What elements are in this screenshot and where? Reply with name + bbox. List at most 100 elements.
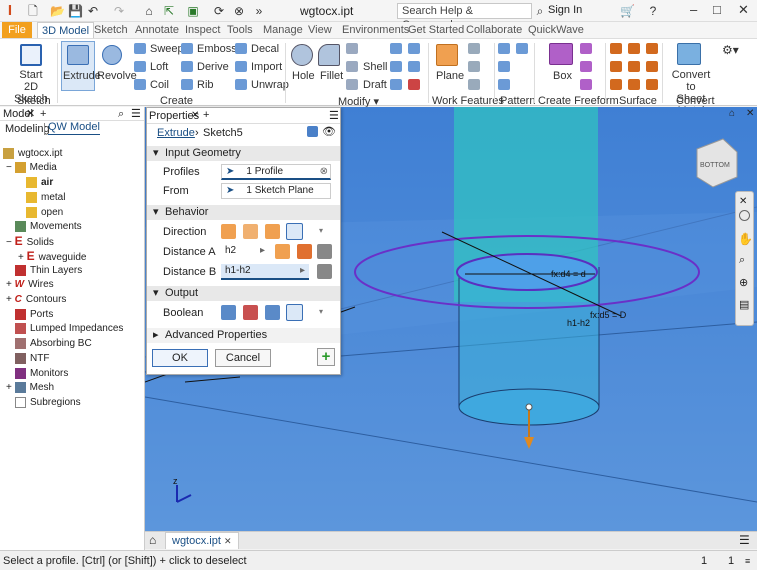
- close-button[interactable]: ✕: [738, 2, 749, 18]
- rect-pattern-icon[interactable]: [498, 43, 510, 54]
- mirror-icon[interactable]: [516, 43, 528, 54]
- decal-icon[interactable]: [235, 43, 247, 54]
- freeform-edit-icon[interactable]: [580, 61, 592, 72]
- tab-view[interactable]: View: [308, 22, 332, 38]
- split-icon[interactable]: [390, 43, 402, 54]
- distance-a-input[interactable]: h2 ▸: [221, 244, 269, 260]
- revolve-button[interactable]: Revolve: [97, 70, 137, 82]
- emboss-icon[interactable]: [181, 43, 193, 54]
- boolean-intersect-icon[interactable]: [265, 305, 280, 320]
- appearance-icon[interactable]: ▣: [186, 3, 200, 19]
- ucs-icon[interactable]: [468, 79, 480, 90]
- cancel-button[interactable]: Cancel: [215, 349, 271, 367]
- properties-menu-icon[interactable]: ☰: [329, 109, 339, 122]
- sculpt-icon[interactable]: [628, 43, 640, 54]
- fillet-icon[interactable]: [318, 44, 340, 66]
- tree-item-mesh[interactable]: + Mesh: [6, 381, 54, 395]
- draft-icon[interactable]: [346, 79, 358, 90]
- tab-sketch[interactable]: Sketch: [94, 22, 128, 38]
- hole-button[interactable]: Hole: [292, 70, 315, 82]
- tree-item-movements[interactable]: Movements: [15, 220, 82, 234]
- open-icon[interactable]: 📂: [50, 3, 65, 19]
- tree-item-monitors[interactable]: Monitors: [15, 367, 68, 381]
- tree-item-ports[interactable]: Ports: [15, 308, 53, 322]
- clear-icon[interactable]: ⊗: [320, 165, 328, 179]
- loft-button[interactable]: Loft: [150, 61, 168, 73]
- search-icon[interactable]: ⌕: [535, 3, 545, 19]
- plane-icon[interactable]: [436, 44, 458, 66]
- freeform-convert-icon[interactable]: [580, 79, 592, 90]
- box-button[interactable]: Box: [553, 70, 572, 82]
- point-icon[interactable]: [468, 61, 480, 72]
- app-logo-icon[interactable]: I: [4, 3, 16, 19]
- extend-icon[interactable]: [628, 61, 640, 72]
- look-at-icon[interactable]: ▤: [739, 298, 749, 311]
- stitch-icon[interactable]: [610, 43, 622, 54]
- dimension-d4[interactable]: fx:d4 = d: [551, 269, 586, 279]
- ribbon-options-icon[interactable]: ⚙▾: [722, 43, 739, 57]
- tab-manage[interactable]: Manage: [263, 22, 303, 38]
- tab-tools[interactable]: Tools: [227, 22, 253, 38]
- derive-icon[interactable]: [181, 61, 193, 72]
- axis-icon[interactable]: [468, 43, 480, 54]
- decal-button[interactable]: Decal: [251, 43, 279, 55]
- rib-icon[interactable]: [181, 79, 193, 90]
- properties-close-icon[interactable]: ✕: [191, 110, 199, 121]
- tree-item-open[interactable]: open: [26, 206, 63, 220]
- loft-icon[interactable]: [134, 61, 146, 72]
- orbit-icon[interactable]: ⊕: [739, 276, 748, 289]
- doc-menu-icon[interactable]: ☰: [739, 533, 750, 547]
- search-input[interactable]: Search Help & Commands...: [397, 3, 532, 31]
- home-icon[interactable]: ⌂: [142, 3, 156, 19]
- fit-mesh-icon[interactable]: [628, 79, 640, 90]
- thicken-icon[interactable]: [390, 61, 402, 72]
- tree-item-solids[interactable]: − E Solids: [6, 234, 54, 248]
- box-freeform-icon[interactable]: [549, 43, 573, 65]
- distance-b-input[interactable]: h1-h2 ▸: [221, 264, 309, 280]
- tab-quickwave[interactable]: QuickWave: [528, 22, 584, 38]
- direction-default-icon[interactable]: [221, 224, 236, 239]
- tree-item-thin-layers[interactable]: Thin Layers: [15, 264, 82, 278]
- tab-environments[interactable]: Environments: [342, 22, 409, 38]
- fillet-button[interactable]: Fillet: [320, 70, 343, 82]
- tree-root[interactable]: wgtocx.ipt: [3, 147, 62, 161]
- tab-qw-model[interactable]: QW Model: [48, 121, 100, 135]
- add-icon[interactable]: +: [40, 107, 46, 121]
- sweep-icon[interactable]: [134, 43, 146, 54]
- ruled-surface-icon[interactable]: [646, 61, 658, 72]
- tree-item-contours[interactable]: + C Contours: [6, 293, 66, 307]
- section-advanced-properties[interactable]: ▸ Advanced Properties: [147, 328, 340, 343]
- tab-inspect[interactable]: Inspect: [185, 22, 220, 38]
- section-behavior[interactable]: ▾ Behavior: [147, 205, 340, 220]
- boolean-new-solid-icon[interactable]: [286, 304, 303, 321]
- redo-icon[interactable]: ↷: [112, 3, 126, 19]
- viewcube[interactable]: BOTTOM: [696, 138, 738, 188]
- import-icon[interactable]: [235, 61, 247, 72]
- tab-file[interactable]: File: [2, 22, 32, 38]
- select-icon[interactable]: ⇱: [162, 3, 176, 19]
- new-icon[interactable]: 🗋: [26, 3, 40, 19]
- patch-icon[interactable]: [646, 43, 658, 54]
- shell-icon[interactable]: [346, 61, 358, 72]
- start-sketch-icon[interactable]: [20, 44, 42, 66]
- delete-face-icon[interactable]: [408, 79, 420, 90]
- from-selector[interactable]: ➤ 1 Sketch Plane: [221, 183, 331, 199]
- distance-a-option3-icon[interactable]: [317, 244, 332, 259]
- nav-close-icon[interactable]: ✕: [739, 196, 747, 207]
- section-output[interactable]: ▾ Output: [147, 286, 340, 301]
- menu-arrow-icon[interactable]: ▸: [300, 264, 305, 278]
- apply-plus-button[interactable]: +: [317, 348, 335, 366]
- direct-icon[interactable]: [390, 79, 402, 90]
- freeform-face-icon[interactable]: [580, 43, 592, 54]
- profiles-selector[interactable]: ➤ 1 Profile ⊗: [221, 164, 331, 180]
- arrow-handle[interactable]: [525, 403, 533, 411]
- steering-wheel-icon[interactable]: [739, 210, 750, 221]
- derive-button[interactable]: Derive: [197, 61, 229, 73]
- boolean-dropdown-icon[interactable]: ▾: [319, 307, 323, 316]
- close-icon[interactable]: ✕: [26, 107, 35, 121]
- status-resize-icon[interactable]: ≡: [745, 551, 750, 570]
- breadcrumb-extrude[interactable]: Extrude: [157, 127, 195, 139]
- properties-add-icon[interactable]: +: [203, 109, 209, 121]
- unwrap-button[interactable]: Unwrap: [251, 79, 289, 91]
- update-icon[interactable]: ⟳: [212, 3, 226, 19]
